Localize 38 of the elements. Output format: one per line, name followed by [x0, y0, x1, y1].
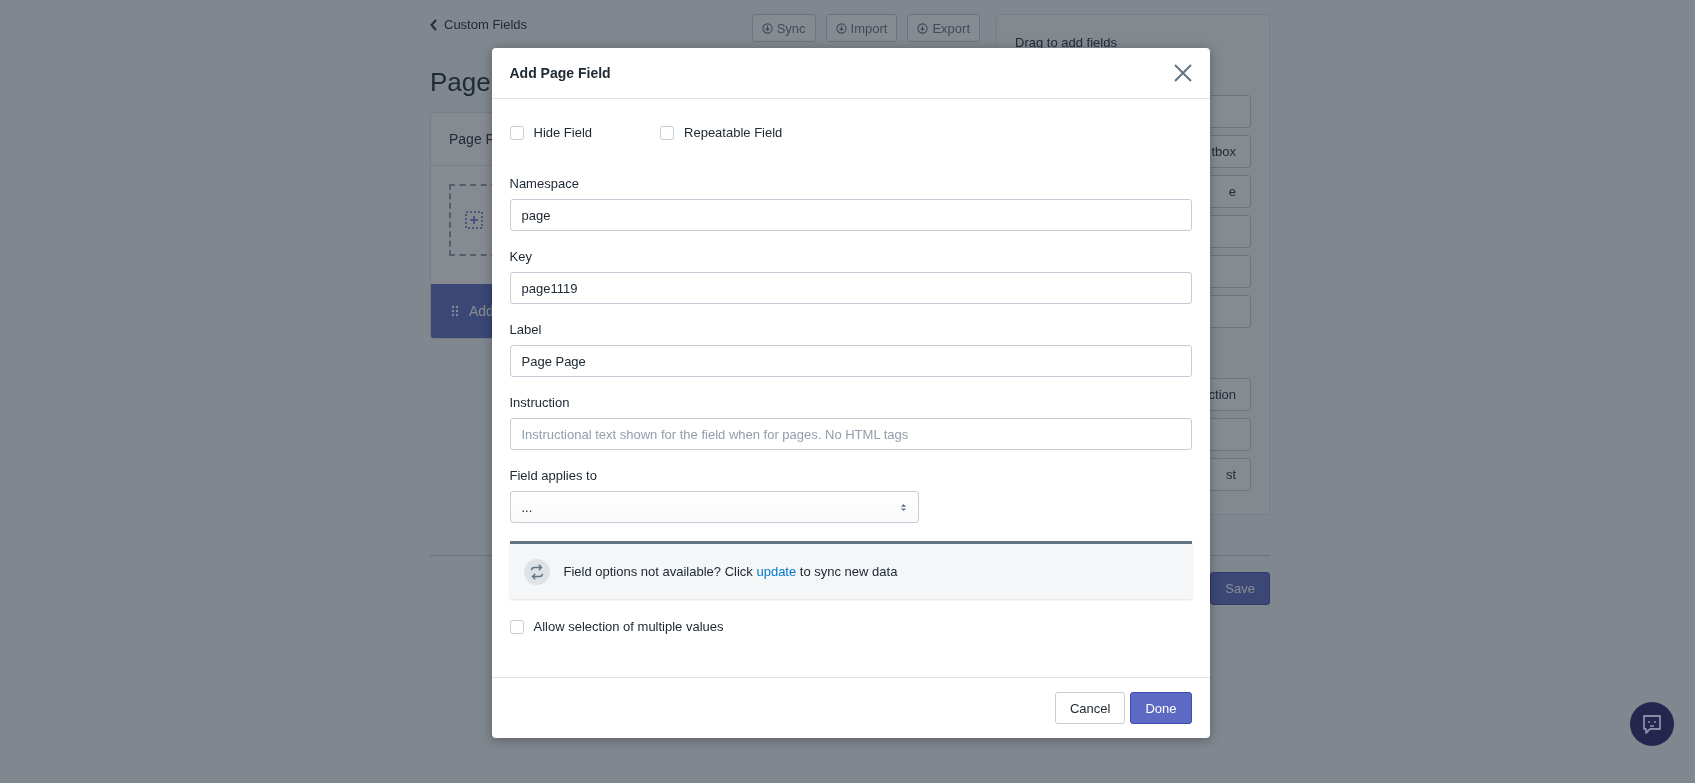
- checkbox[interactable]: [509, 125, 524, 140]
- save-button[interactable]: Save: [1210, 572, 1270, 605]
- action-icon: [835, 22, 847, 34]
- close-icon[interactable]: [1173, 64, 1192, 82]
- checkbox-label: Allow selection of multiple values: [533, 619, 724, 634]
- chevron-left-icon: [430, 18, 438, 31]
- action-icon: [761, 22, 773, 34]
- cancel-button[interactable]: Cancel: [1054, 692, 1126, 724]
- checkbox-label: Repeatable Field: [684, 125, 783, 140]
- checkbox-label: Hide Field: [533, 125, 593, 140]
- field-label: Namespace: [509, 176, 580, 191]
- add-icon: [465, 211, 483, 229]
- drag-handle-icon: [451, 305, 459, 317]
- toolbar-button[interactable]: Import: [825, 14, 898, 42]
- field-label: Key: [509, 249, 533, 264]
- input-field[interactable]: Page Page: [509, 345, 1192, 377]
- field-label: Instruction: [509, 395, 571, 410]
- back-link[interactable]: Custom Fields: [430, 17, 528, 32]
- select-field[interactable]: ...: [509, 491, 919, 523]
- sort-caret-icon: [899, 501, 907, 513]
- field-label: Label: [509, 322, 543, 337]
- toolbar-button[interactable]: Export: [907, 14, 980, 42]
- checkbox[interactable]: [509, 619, 524, 634]
- notice-text: Field options not available? Click update to sync new data: [563, 564, 898, 579]
- checkbox[interactable]: [660, 125, 675, 140]
- modal-title: Add Page Field: [509, 65, 611, 81]
- input-field[interactable]: page: [509, 199, 1192, 231]
- done-button[interactable]: Done: [1130, 692, 1192, 724]
- toolbar-button[interactable]: Sync: [751, 14, 816, 42]
- sync-icon: [523, 558, 550, 585]
- input-field[interactable]: Instructional text shown for the field when for pages. No HTML tags: [509, 418, 1192, 450]
- field-label: Field applies to: [509, 468, 598, 483]
- input-field[interactable]: page1119: [509, 272, 1192, 304]
- page-heading: Page: [430, 66, 491, 98]
- chat-button[interactable]: [1630, 702, 1674, 746]
- action-icon: [917, 22, 929, 34]
- update-link[interactable]: update: [756, 564, 797, 579]
- chat-icon: [1640, 712, 1664, 736]
